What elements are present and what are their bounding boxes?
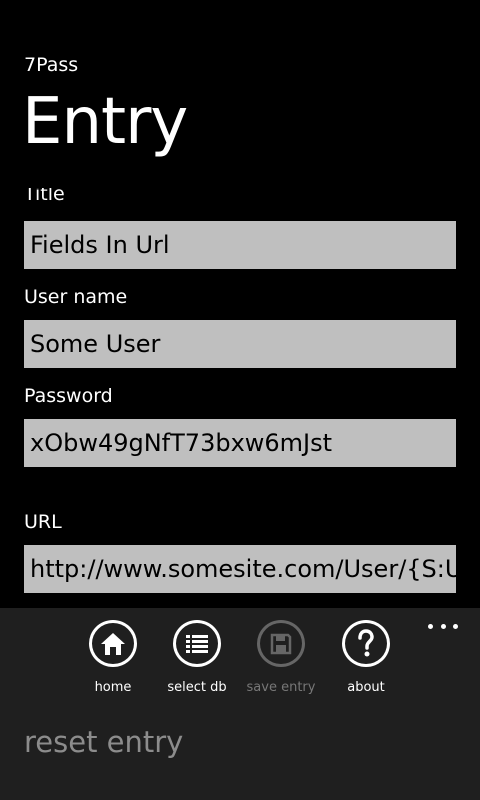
more-menu-ellipsis[interactable]	[428, 620, 458, 632]
select-db-label: select db	[167, 680, 227, 695]
page-title: Entry	[22, 85, 188, 159]
home-icon	[89, 620, 137, 667]
about-button[interactable]: about	[326, 620, 406, 696]
password-field[interactable]: xObw49gNfT73bxw6mJst	[24, 419, 456, 467]
username-field[interactable]: Some User	[24, 320, 456, 368]
list-icon	[173, 620, 221, 667]
title-label: Title	[24, 188, 65, 205]
ellipsis-dot-icon	[453, 623, 458, 629]
save-entry-label: save entry	[246, 680, 316, 695]
username-label: User name	[24, 286, 128, 308]
save-entry-button[interactable]: save entry	[241, 620, 321, 696]
title-field[interactable]: Fields In Url	[24, 221, 456, 269]
ellipsis-dot-icon	[440, 623, 446, 629]
home-label: home	[94, 680, 132, 695]
select-db-button[interactable]: select db	[157, 620, 237, 696]
password-label: Password	[24, 385, 113, 407]
question-icon	[342, 620, 390, 667]
save-icon	[257, 620, 305, 667]
reset-entry-menu-item[interactable]: reset entry	[24, 722, 183, 762]
url-field[interactable]: http://www.somesite.com/User/{S:UserName…	[24, 545, 456, 593]
home-button[interactable]: home	[73, 620, 153, 696]
app-title: 7Pass	[24, 54, 79, 76]
url-label: URL	[24, 511, 62, 533]
about-label: about	[347, 680, 385, 695]
entry-form: Title Fields In Url User name Some User …	[0, 188, 480, 608]
application-bar: home select db save entry about reset en…	[0, 608, 480, 800]
ellipsis-dot-icon	[428, 623, 433, 629]
